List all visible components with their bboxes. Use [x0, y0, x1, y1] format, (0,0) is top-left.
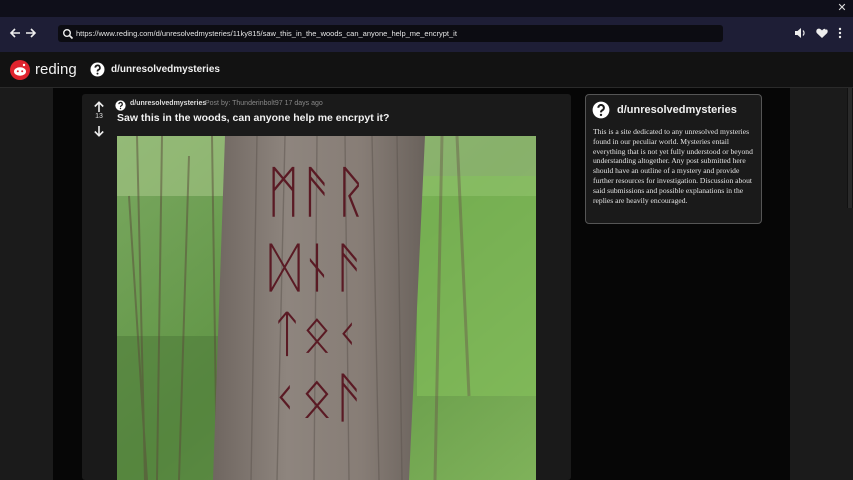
vote-count: 13	[95, 113, 103, 120]
subreddit-sidebar: d/unresolvedmysteries This is a site ded…	[585, 94, 762, 224]
rune-row-3: ᛏᛟᚲ	[272, 305, 362, 363]
downvote-icon[interactable]	[93, 124, 105, 137]
subreddit-name[interactable]: d/unresolvedmysteries	[111, 64, 220, 75]
speaker-icon[interactable]	[793, 26, 807, 40]
arrow-left-icon[interactable]	[7, 25, 23, 41]
window-titlebar: ✕	[0, 0, 853, 17]
reding-logo-icon[interactable]	[10, 60, 30, 80]
arrow-right-icon[interactable]	[23, 25, 39, 41]
post-title[interactable]: Saw this in the woods, can anyone help m…	[117, 112, 389, 124]
post-subreddit-link[interactable]: d/unresolvedmysteries	[130, 100, 206, 107]
url-text[interactable]: https://www.reding.com/d/unresolvedmyste…	[76, 27, 457, 40]
scrollbar-thumb[interactable]	[848, 88, 852, 208]
upvote-icon[interactable]	[93, 100, 105, 112]
subreddit-icon[interactable]	[115, 98, 126, 111]
favorite-icon[interactable]	[815, 26, 829, 40]
scrollbar[interactable]	[847, 88, 853, 208]
subreddit-icon[interactable]	[90, 62, 105, 77]
site-logo-text[interactable]: reding	[35, 61, 77, 78]
browser-toolbar: https://www.reding.com/d/unresolvedmyste…	[0, 17, 853, 52]
rune-row-4: ᚲᛟᚫ	[268, 366, 365, 429]
post-meta: Post by: Thunderinbolt97 17 days ago	[205, 100, 323, 107]
search-icon	[62, 27, 74, 40]
site-header: reding d/unresolvedmysteries	[0, 52, 853, 88]
address-bar[interactable]: https://www.reding.com/d/unresolvedmyste…	[58, 25, 723, 42]
post-card: 13 d/unresolvedmysteries Post by: Thunde…	[82, 94, 571, 480]
sidebar-title[interactable]: d/unresolvedmysteries	[617, 104, 737, 116]
sidebar-description: This is a site dedicated to any unresolv…	[593, 127, 753, 205]
rune-row-1: ᛗᚫᚱ	[267, 160, 368, 225]
subreddit-icon	[592, 101, 610, 119]
post-image[interactable]: ᛗᚫᚱ ᛞᚾᚫ ᛏᛟᚲ ᚲᛟᚫ	[117, 136, 536, 480]
rune-row-2: ᛞᚾᚫ	[268, 236, 365, 299]
more-menu-icon[interactable]	[833, 26, 847, 40]
close-icon[interactable]: ✕	[835, 1, 849, 15]
